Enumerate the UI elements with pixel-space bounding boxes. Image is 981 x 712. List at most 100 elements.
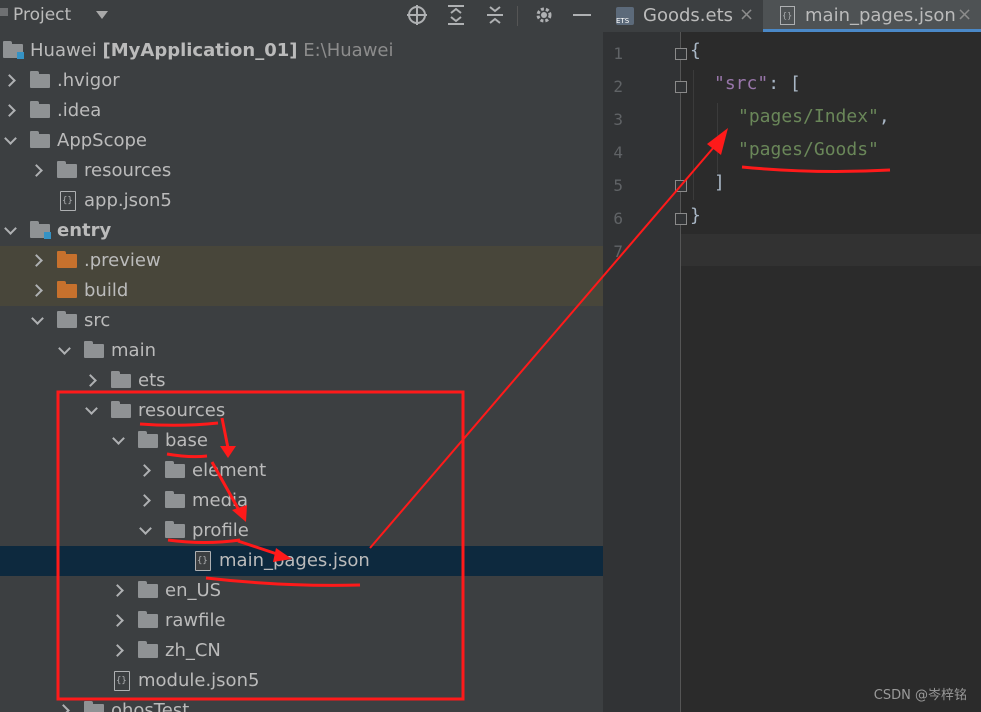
tree-label: .idea (57, 100, 102, 121)
code-line-3[interactable]: "pages/Index", (738, 106, 890, 127)
tree-row-ohostest[interactable]: ohosTest (0, 696, 603, 712)
tree-row-rawfile[interactable]: rawfile (0, 606, 603, 636)
chevron-right-icon[interactable] (84, 374, 97, 387)
target-icon[interactable] (405, 4, 429, 28)
tree-row-appscope[interactable]: AppScope (0, 126, 603, 156)
gear-icon[interactable] (532, 4, 556, 28)
minimize-icon[interactable] (570, 4, 594, 28)
chevron-down-icon[interactable] (4, 132, 17, 145)
folder-icon (165, 521, 185, 538)
folder-icon (165, 491, 185, 508)
tab-label: Goods.ets (643, 5, 734, 26)
tree-label: main (111, 340, 156, 361)
chevron-right-icon[interactable] (138, 464, 151, 477)
fold-marker-icon[interactable] (675, 213, 687, 225)
chevron-down-icon[interactable] (96, 11, 108, 19)
chevron-right-icon[interactable] (30, 284, 43, 297)
fold-marker-icon[interactable] (675, 48, 687, 60)
chevron-right-icon[interactable] (30, 164, 43, 177)
tree-row-resources[interactable]: resources (0, 396, 603, 426)
chevron-down-icon[interactable] (139, 522, 152, 535)
tree-label: en_US (165, 580, 222, 601)
chevron-right-icon[interactable] (111, 584, 124, 597)
chevron-down-icon[interactable] (4, 222, 17, 235)
close-icon[interactable]: × (957, 4, 972, 25)
chevron-down-icon[interactable] (58, 342, 71, 355)
tree-label: base (165, 430, 208, 451)
tree-row-build[interactable]: build (0, 276, 603, 306)
project-name: Huawei (30, 40, 97, 61)
line-number: 6 (613, 209, 623, 228)
tree-row-profile[interactable]: profile (0, 516, 603, 546)
json-file-icon: {} (195, 551, 211, 571)
line-number: 3 (613, 110, 623, 129)
chevron-right-icon[interactable] (3, 74, 16, 87)
tree-row-module-json5[interactable]: {} module.json5 (0, 666, 603, 696)
folder-icon (84, 701, 104, 712)
toolbar-divider (517, 6, 518, 26)
tree-row-hvigor[interactable]: .hvigor (0, 66, 603, 96)
line-number: 1 (613, 44, 623, 63)
chevron-right-icon[interactable] (3, 104, 16, 117)
tree-row-entry[interactable]: entry (0, 216, 603, 246)
current-line-highlight (681, 234, 981, 266)
tree-row-media[interactable]: media (0, 486, 603, 516)
tree-row-app-json5[interactable]: {} app.json5 (0, 186, 603, 216)
tree-row-element[interactable]: element (0, 456, 603, 486)
editor-tab-bar: ETS Goods.ets × {} main_pages.json × (603, 0, 981, 32)
project-panel-header: Project (0, 0, 603, 32)
editor-panel: ETS Goods.ets × {} main_pages.json × 1 2… (603, 0, 981, 712)
chevron-down-icon[interactable] (112, 432, 125, 445)
fold-marker-icon[interactable] (675, 180, 687, 192)
tree-row-ets[interactable]: ets (0, 366, 603, 396)
line-number: 5 (613, 176, 623, 195)
chevron-down-icon[interactable] (31, 312, 44, 325)
tab-label: main_pages.json (805, 5, 956, 26)
line-number: 7 (613, 242, 623, 261)
code-line-1[interactable]: { (690, 40, 701, 61)
chevron-right-icon[interactable] (138, 494, 151, 507)
tree-row-idea[interactable]: .idea (0, 96, 603, 126)
folder-icon (57, 161, 77, 178)
tree-row-base[interactable]: base (0, 426, 603, 456)
tab-goods-ets[interactable]: ETS Goods.ets × (603, 0, 761, 32)
excluded-folder-icon (57, 281, 77, 298)
chevron-down-icon[interactable] (85, 402, 98, 415)
close-icon[interactable]: × (739, 4, 754, 25)
tree-row-appscope-resources[interactable]: resources (0, 156, 603, 186)
tree-label: ohosTest (111, 700, 190, 712)
watermark: CSDN @岑梓铭 (873, 688, 967, 703)
code-text: , (878, 106, 890, 127)
code-line-4[interactable]: "pages/Goods" (738, 139, 879, 160)
chevron-right-icon[interactable] (111, 614, 124, 627)
tree-label: .hvigor (57, 70, 120, 91)
tree-row-src[interactable]: src (0, 306, 603, 336)
tree-row-main-pages-json[interactable]: {} main_pages.json (0, 546, 603, 576)
tree-label: resources (138, 400, 226, 421)
excluded-folder-icon (57, 251, 77, 268)
folder-icon (30, 131, 50, 148)
folder-icon (138, 611, 158, 628)
tree-label: element (192, 460, 267, 481)
code-line-2[interactable]: "src": [ (714, 73, 801, 94)
indent-guide (693, 70, 694, 200)
chevron-right-icon[interactable] (111, 644, 124, 657)
chevron-right-icon[interactable] (57, 704, 70, 712)
tree-label: Huawei [MyApplication_01] E:\Huawei (30, 40, 394, 61)
tree-label: profile (192, 520, 249, 541)
tree-row-huawei[interactable]: Huawei [MyApplication_01] E:\Huawei (0, 36, 603, 66)
tab-main-pages-json[interactable]: {} main_pages.json × (763, 0, 981, 32)
code-line-5[interactable]: ] (714, 172, 725, 193)
fold-marker-icon[interactable] (675, 81, 687, 93)
code-line-6[interactable]: } (690, 205, 701, 226)
tree-row-main[interactable]: main (0, 336, 603, 366)
chevron-right-icon[interactable] (30, 254, 43, 267)
expand-all-icon[interactable] (444, 4, 468, 28)
tree-row-preview[interactable]: .preview (0, 246, 603, 276)
project-panel-title[interactable]: Project (13, 5, 71, 25)
tree-row-en-us[interactable]: en_US (0, 576, 603, 606)
tree-label: .preview (84, 250, 161, 271)
collapse-all-icon[interactable] (483, 4, 507, 28)
tree-row-zh-cn[interactable]: zh_CN (0, 636, 603, 666)
tree-label: rawfile (165, 610, 226, 631)
